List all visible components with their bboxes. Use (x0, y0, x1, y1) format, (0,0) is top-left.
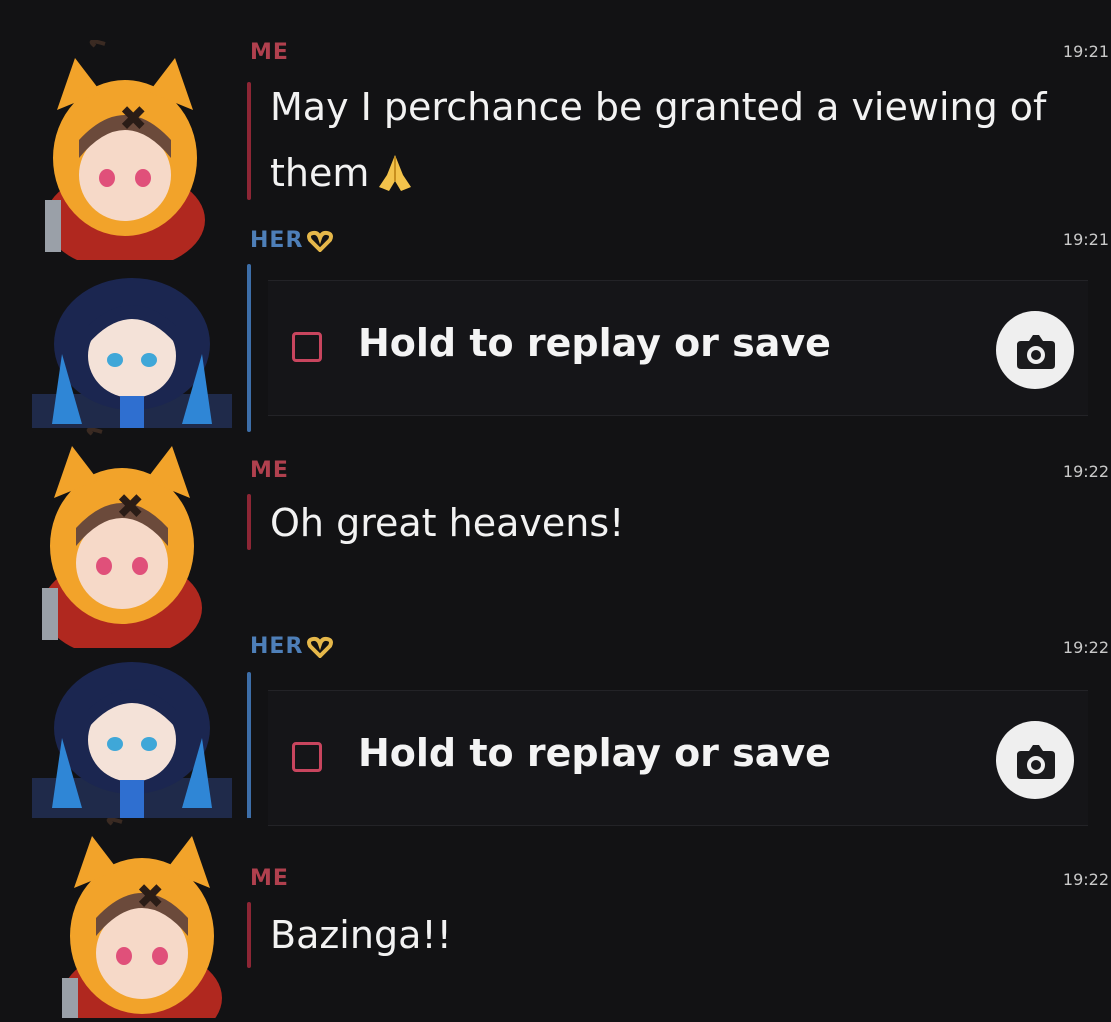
message-row: ME 19:22 Bazinga!! (0, 818, 1111, 1022)
message-text-line: May I perchance be granted a viewing of (270, 85, 1047, 129)
snap-message[interactable]: Hold to replay or save (268, 280, 1088, 416)
message-text: Bazinga!! (270, 913, 452, 957)
message-bar (247, 494, 251, 550)
camera-icon (1017, 745, 1055, 779)
timestamp: 19:22 (1062, 870, 1109, 889)
timestamp: 19:21 (1062, 42, 1109, 61)
message-row: ME 19:22 Oh great heavens! (0, 428, 1111, 648)
message-row: ME 19:21 May I perchance be granted a vi… (0, 0, 1111, 260)
avatar-me[interactable] (12, 428, 232, 648)
message-text: Oh great heavens! (270, 501, 625, 545)
timestamp: 19:22 (1062, 638, 1109, 657)
camera-button[interactable] (996, 721, 1074, 799)
sender-name: HER (250, 634, 304, 659)
camera-button[interactable] (996, 311, 1074, 389)
timestamp: 19:22 (1062, 462, 1109, 481)
sender-name: ME (250, 458, 289, 483)
heart-hands-icon (307, 636, 334, 658)
sender-name: ME (250, 40, 289, 65)
sender-name: ME (250, 866, 289, 891)
message-bar (247, 902, 251, 968)
message-bar (247, 82, 251, 200)
snap-message[interactable]: Hold to replay or save (268, 690, 1088, 826)
sender-name: HER (250, 228, 304, 253)
heart-hands-icon (307, 230, 334, 252)
avatar-her[interactable] (22, 658, 242, 818)
avatar-her[interactable] (22, 274, 242, 434)
message-bar (247, 264, 251, 432)
unopened-snap-square-icon (292, 742, 322, 772)
timestamp: 19:21 (1062, 230, 1109, 249)
snap-label: Hold to replay or save (358, 321, 831, 365)
avatar-me[interactable] (15, 40, 235, 260)
avatar-me[interactable] (32, 818, 252, 1018)
snap-label: Hold to replay or save (358, 731, 831, 775)
message-text-line: them (270, 151, 370, 195)
message-row: HER 19:22 Hold to replay or save (0, 628, 1111, 844)
folded-hands-icon (379, 155, 412, 191)
camera-icon (1017, 335, 1055, 369)
unopened-snap-square-icon (292, 332, 322, 362)
message-row: HER 19:21 Hold to replay or save (0, 228, 1111, 434)
message-text: May I perchance be granted a viewing of … (270, 74, 1046, 206)
